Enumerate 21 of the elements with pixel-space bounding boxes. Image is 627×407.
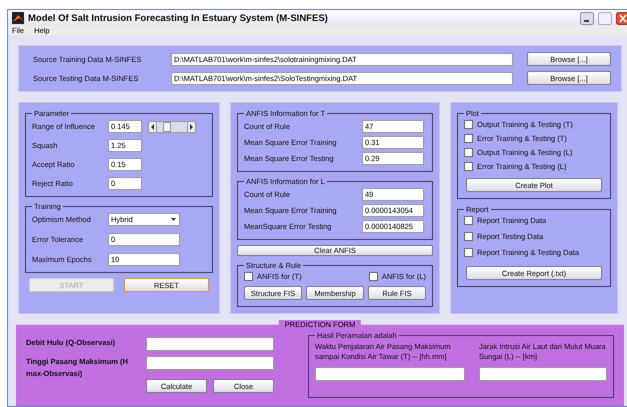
checkbox[interactable]	[464, 134, 473, 143]
slider-thumb[interactable]	[162, 122, 170, 132]
left-arrow-icon[interactable]	[148, 120, 157, 132]
checkbox[interactable]	[464, 148, 473, 157]
input-field[interactable]	[146, 356, 274, 370]
checkbox[interactable]	[464, 248, 473, 257]
minimize-icon[interactable]	[580, 12, 594, 24]
checkbox[interactable]	[464, 232, 473, 241]
app-logo-icon	[12, 12, 24, 24]
output-field[interactable]	[315, 367, 465, 381]
checkbox[interactable]	[368, 272, 378, 281]
input-field[interactable]	[146, 337, 274, 351]
checkbox[interactable]	[464, 120, 473, 129]
checkbox[interactable]	[464, 216, 473, 225]
close-icon[interactable]	[616, 12, 627, 24]
window-title: Model Of Salt Intrusion Forecasting In Estuary System (M-SINFES)	[28, 12, 329, 24]
dropdown-arrow-icon	[170, 216, 177, 223]
output-field[interactable]	[479, 367, 607, 381]
checkbox[interactable]	[244, 272, 253, 281]
right-arrow-icon[interactable]	[187, 120, 196, 132]
checkbox[interactable]	[464, 162, 473, 171]
